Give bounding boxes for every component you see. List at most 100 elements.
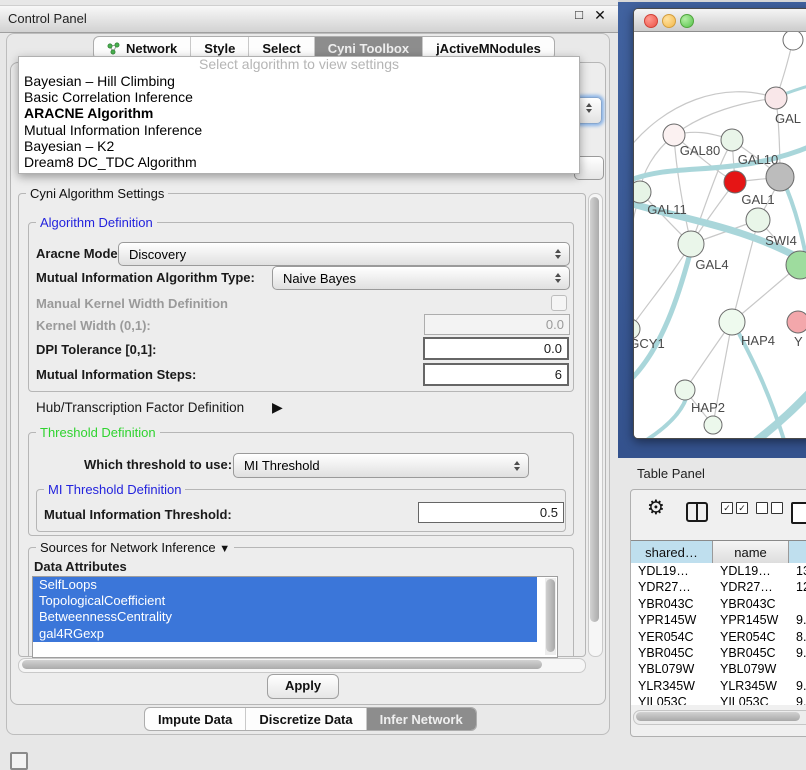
column-header-shared[interactable]: shared… [631,541,713,564]
docked-window-icon[interactable] [10,752,28,770]
table-row[interactable]: YBR043CYBR043C [631,596,806,612]
close-traffic-light-icon[interactable] [644,14,658,28]
gear-icon[interactable]: ⚙ [647,495,665,520]
network-node[interactable] [783,32,803,50]
checked-boxes-icon[interactable]: ✓ ✓ [721,502,748,514]
attribute-item-betweennesscentrality[interactable]: BetweennessCentrality [33,609,537,625]
table-header[interactable]: shared…name [631,540,806,565]
table-cell: 13 [789,563,806,579]
apply-button[interactable]: Apply [267,674,339,699]
table-cell: 9. [789,678,806,694]
cyni-settings-legend: Cyni Algorithm Settings [26,186,168,201]
tab-label: Infer Network [380,712,463,727]
network-node[interactable] [766,163,794,191]
algorithm-option-dream8-dc-tdc-algorithm[interactable]: Dream8 DC_TDC Algorithm [19,154,579,170]
column-header-name[interactable]: name [713,541,789,564]
settings-horizontal-scrollbar[interactable] [18,658,586,673]
table-body[interactable]: YDL19…YDL19…13YDR27…YDR27…12YBR043CYBR04… [631,563,806,705]
which-threshold-label: Which threshold to use: [84,457,232,472]
node-label: GAL80 [680,143,720,158]
column-header-2[interactable] [789,541,806,564]
network-node-swi4[interactable] [746,208,770,232]
mi-threshold-field[interactable]: 0.5 [418,502,564,523]
network-node-y[interactable] [787,311,806,333]
node-label: GCY1 [634,336,665,351]
tab-label: Network [126,41,177,56]
node-label: Y [794,334,803,349]
network-node-gal4[interactable] [678,231,704,257]
tab-discretize-data[interactable]: Discretize Data [245,708,365,730]
network-node-hap4[interactable] [719,309,745,335]
which-threshold-combo[interactable]: MI Threshold [233,453,529,478]
algorithm-option-aracne-algorithm[interactable]: ARACNE Algorithm [19,105,579,121]
network-node-gal10[interactable] [721,129,743,151]
table-row[interactable]: YLR345WYLR345W9. [631,678,806,694]
node-label: HAP2 [691,400,725,415]
unchecked-boxes-icon[interactable] [756,502,783,514]
hub-expander-label[interactable]: Hub/Transcription Factor Definition [36,400,244,415]
zoom-traffic-light-icon[interactable] [680,14,694,28]
table-row[interactable]: YER054CYER054C8. [631,629,806,645]
node-label: GAL4 [695,257,728,272]
manual-kernel-width-checkbox[interactable] [551,295,567,311]
combo-arrows-icon [554,249,562,259]
expander-collapsed-icon[interactable]: ▶ [272,399,283,416]
network-node-gal[interactable] [765,87,787,109]
table-row[interactable]: YDR27…YDR27…12 [631,579,806,595]
table-row[interactable]: YBR045CYBR045C9. [631,645,806,661]
algorithm-option-bayesian-k2[interactable]: Bayesian – K2 [19,138,579,154]
algorithm-option-basic-correlation-inference[interactable]: Basic Correlation Inference [19,89,579,105]
tab-label: Discretize Data [259,712,352,727]
mi-steps-field[interactable]: 6 [423,363,569,386]
table-cell: YIL053C [713,694,789,705]
manual-kernel-width-label: Manual Kernel Width Definition [36,296,228,311]
tab-impute-data[interactable]: Impute Data [145,708,245,730]
attribute-item-topologicalcoefficient[interactable]: TopologicalCoefficient [33,593,537,609]
network-canvas[interactable]: GALGAL80GAL10GAL1GAL11SWI4GAL4GCY1HAP4YH… [634,32,806,438]
mi-algorithm-type-combo[interactable]: Naive Bayes [272,266,570,290]
table-cell: YIL053C [631,694,713,705]
minimize-traffic-light-icon[interactable] [662,14,676,28]
table-panel: ⚙ ✓ ✓ shared…name YDL19…YDL19…13YDR27…YD… [630,489,806,737]
settings-vertical-scrollbar[interactable] [588,193,603,657]
columns-icon[interactable] [686,502,708,522]
combo-arrows-icon [513,461,521,471]
table-row[interactable]: YPR145WYPR145W9. [631,612,806,628]
attribute-item-gal4rgexp[interactable]: gal4RGexp [33,626,537,642]
table-horizontal-scrollbar[interactable] [633,710,806,725]
table-row[interactable]: YIL053CYIL053C9. [631,694,806,705]
table-cell [789,596,806,612]
float-panel-icon[interactable]: □ [572,8,586,22]
close-panel-icon[interactable]: ✕ [593,8,607,22]
network-nodes[interactable]: GALGAL80GAL10GAL1GAL11SWI4GAL4GCY1HAP4YH… [634,32,806,434]
attributes-scrollbar[interactable] [545,578,556,655]
network-window-titlebar[interactable] [634,9,806,32]
partial-toolbar-icon[interactable] [791,502,806,524]
attribute-item-selfloops[interactable]: SelfLoops [33,577,537,593]
data-attributes-label: Data Attributes [34,559,127,574]
expander-expanded-icon[interactable]: ▼ [219,543,230,555]
table-cell: 9. [789,694,806,705]
network-node-hap2[interactable] [675,380,695,400]
tab-label: Style [204,41,235,56]
node-label: GAL [775,111,801,126]
table-row[interactable]: YBL079WYBL079W [631,661,806,677]
network-node-gal1[interactable] [724,171,746,193]
table-cell: YBL079W [713,661,789,677]
table-cell: 9. [789,612,806,628]
table-row[interactable]: YDL19…YDL19…13 [631,563,806,579]
tab-label: Impute Data [158,712,232,727]
kernel-width-field[interactable]: 0.0 [424,314,570,335]
dpi-tolerance-field[interactable]: 0.0 [423,337,569,360]
algorithm-option-mutual-information-inference[interactable]: Mutual Information Inference [19,122,579,138]
network-node-gal11[interactable] [634,181,651,203]
table-cell: YBR045C [713,645,789,661]
network-view-window[interactable]: GALGAL80GAL10GAL1GAL11SWI4GAL4GCY1HAP4YH… [633,8,806,439]
algorithm-option-bayesian-hill-climbing[interactable]: Bayesian – Hill Climbing [19,73,579,89]
network-node[interactable] [704,416,722,434]
aracne-mode-combo[interactable]: Discovery [118,242,570,266]
tab-infer-network[interactable]: Infer Network [366,708,476,730]
mi-threshold-definition-legend: MI Threshold Definition [44,482,185,497]
data-attributes-list[interactable]: SelfLoopsTopologicalCoefficientBetweenne… [32,576,558,658]
control-panel-titlebar [0,5,618,33]
